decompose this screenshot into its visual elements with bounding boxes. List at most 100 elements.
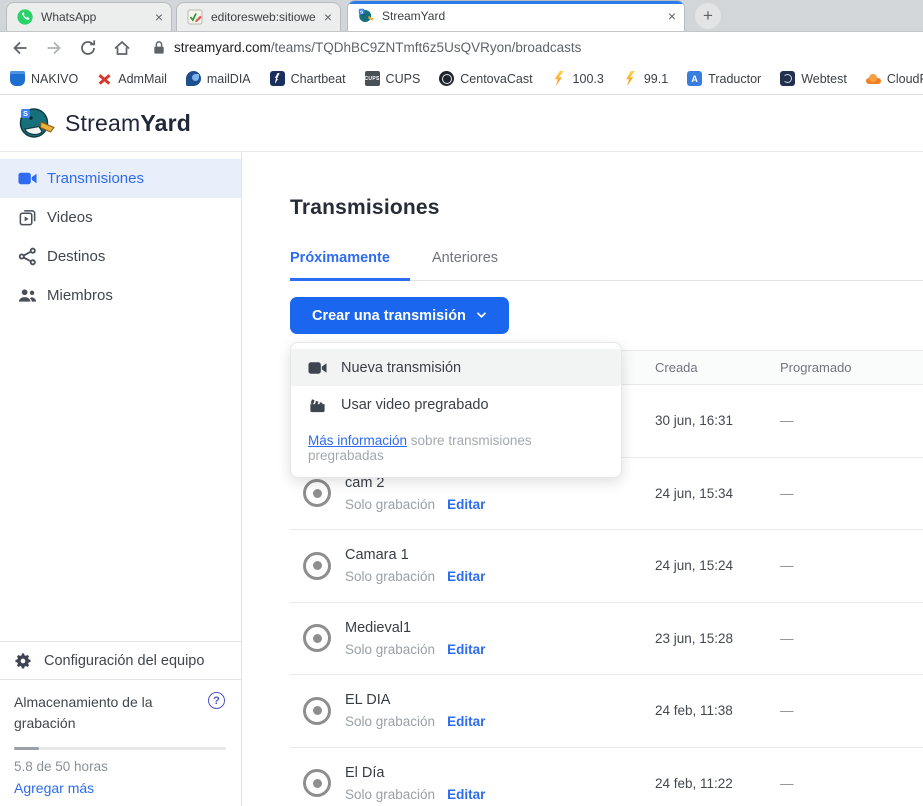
sidebar-item-label: Destinos — [47, 248, 105, 265]
brand-name: StreamYard — [65, 110, 191, 137]
bookmark-webtest[interactable]: Webtest — [780, 71, 847, 86]
bookmarks-bar: NAKIVO AdmMail mailDIA Chartbeat CUPSCUP… — [0, 63, 923, 95]
tab-title: WhatsApp — [41, 10, 147, 24]
edit-page-icon — [187, 9, 203, 25]
storage-usage-text: 5.8 de 50 horas — [14, 759, 225, 774]
tab-title: editoresweb:sitioweb:eldia.co — [211, 10, 316, 24]
team-settings-button[interactable]: Configuración del equipo — [0, 641, 241, 679]
column-created: Creada — [655, 360, 780, 375]
scheduled-cell: — — [780, 558, 923, 573]
sidebar-item-videos[interactable]: Videos — [0, 198, 241, 237]
created-cell: 24 jun, 15:24 — [655, 558, 780, 573]
cloudflare-icon — [866, 71, 881, 86]
created-cell: 24 feb, 11:38 — [655, 703, 780, 718]
menu-item-label: Nueva transmisión — [341, 360, 461, 376]
cups-icon: CUPS — [365, 71, 380, 86]
streamyard-duck-icon: S — [18, 106, 56, 140]
menu-item-label: Usar video pregrabado — [341, 397, 489, 413]
tab-anteriores[interactable]: Anteriores — [432, 250, 518, 281]
storage-progress-fill — [14, 747, 39, 750]
bookmark-traductor[interactable]: ATraductor — [687, 71, 761, 86]
bookmark-cups[interactable]: CUPSCUPS — [365, 71, 421, 86]
reload-icon[interactable] — [78, 38, 98, 58]
clapperboard-icon — [308, 397, 327, 413]
edit-link[interactable]: Editar — [447, 642, 485, 657]
edit-link[interactable]: Editar — [447, 787, 485, 802]
url-path: /teams/TQDhBC9ZNTmft6z5UsQVRyon/broadcas… — [271, 40, 582, 55]
chevron-down-icon — [476, 312, 487, 319]
create-broadcast-label: Crear una transmisión — [312, 308, 466, 324]
create-broadcast-button[interactable]: Crear una transmisión — [290, 297, 509, 334]
sidebar-item-label: Videos — [47, 209, 93, 226]
bookmark-nakivo[interactable]: NAKIVO — [10, 71, 78, 86]
video-camera-icon — [18, 169, 37, 188]
record-icon — [303, 479, 331, 507]
storage-title: Almacenamiento de la grabación — [14, 692, 184, 734]
lock-icon — [152, 40, 166, 55]
close-tab-icon[interactable]: × — [155, 10, 163, 24]
created-cell: 23 jun, 15:28 — [655, 631, 780, 646]
browser-tab-editoresweb[interactable]: editoresweb:sitioweb:eldia.co × — [176, 2, 341, 31]
bookmark-99-1[interactable]: 99.1 — [623, 71, 668, 86]
url-host: streamyard.com — [174, 40, 271, 55]
video-library-icon — [18, 208, 37, 227]
streamyard-logo[interactable]: S StreamYard — [18, 106, 191, 140]
bolt-icon — [623, 71, 638, 86]
bolt-icon — [552, 71, 567, 86]
browser-tab-strip: WhatsApp × editoresweb:sitioweb:eldia.co… — [0, 0, 923, 32]
more-info-link[interactable]: Más información — [308, 433, 407, 448]
scheduled-cell: — — [780, 703, 923, 718]
scheduled-cell: — — [780, 413, 923, 428]
broadcast-row[interactable]: Medieval1 Solo grabaciónEditar 23 jun, 1… — [290, 603, 923, 676]
bookmark-admmail[interactable]: AdmMail — [97, 71, 167, 86]
main-content: Transmisiones Próximamente Anteriores Cr… — [242, 152, 923, 806]
scheduled-cell: — — [780, 486, 923, 501]
sidebar: Transmisiones Videos Destinos Miembros — [0, 152, 242, 806]
tab-title: StreamYard — [382, 9, 660, 23]
bookmark-centovacast[interactable]: CentovaCast — [439, 71, 532, 86]
sidebar-item-label: Miembros — [47, 287, 113, 304]
sidebar-item-miembros[interactable]: Miembros — [0, 276, 241, 315]
bookmark-chartbeat[interactable]: Chartbeat — [270, 71, 346, 86]
share-icon — [18, 247, 37, 266]
record-icon — [303, 624, 331, 652]
record-icon — [303, 697, 331, 725]
broadcast-row[interactable]: Camara 1 Solo grabaciónEditar 24 jun, 15… — [290, 530, 923, 603]
menu-item-nueva-transmision[interactable]: Nueva transmisión — [291, 349, 621, 386]
back-icon[interactable] — [10, 38, 30, 58]
new-tab-button[interactable]: + — [695, 3, 721, 29]
sidebar-item-destinos[interactable]: Destinos — [0, 237, 241, 276]
forward-icon[interactable] — [44, 38, 64, 58]
close-tab-icon[interactable]: × — [324, 10, 332, 24]
team-settings-label: Configuración del equipo — [44, 653, 204, 669]
traductor-icon: A — [687, 71, 702, 86]
webtest-icon — [780, 71, 795, 86]
edit-link[interactable]: Editar — [447, 714, 485, 729]
bookmark-maildia[interactable]: mailDIA — [186, 71, 251, 86]
storage-section: Almacenamiento de la grabación ? 5.8 de … — [0, 679, 241, 806]
centovacast-icon — [439, 71, 454, 86]
bookmark-cloudflare[interactable]: CloudFlare — [866, 71, 923, 86]
edit-link[interactable]: Editar — [447, 569, 485, 584]
add-more-link[interactable]: Agregar más — [14, 780, 225, 796]
tab-proximamente[interactable]: Próximamente — [290, 250, 410, 281]
broadcast-row[interactable]: El Día Solo grabaciónEditar 24 feb, 11:2… — [290, 748, 923, 806]
record-icon — [303, 552, 331, 580]
created-cell: 24 feb, 11:22 — [655, 776, 780, 791]
admmail-icon — [97, 71, 112, 86]
address-bar[interactable]: streamyard.com/teams/TQDhBC9ZNTmft6z5UsQ… — [152, 40, 581, 55]
nakivo-icon — [10, 71, 25, 86]
bookmark-100-3[interactable]: 100.3 — [552, 71, 604, 86]
sidebar-item-transmisiones[interactable]: Transmisiones — [0, 159, 241, 198]
storage-progress-bar — [14, 747, 226, 750]
help-icon[interactable]: ? — [208, 692, 225, 709]
home-icon[interactable] — [112, 38, 132, 58]
browser-tab-whatsapp[interactable]: WhatsApp × — [6, 2, 172, 31]
edit-link[interactable]: Editar — [447, 497, 485, 512]
browser-tab-streamyard[interactable]: S StreamYard × — [347, 0, 685, 31]
svg-text:S: S — [23, 109, 28, 118]
menu-item-usar-video-pregrabado[interactable]: Usar video pregrabado — [291, 386, 621, 423]
maildia-icon — [186, 71, 201, 86]
broadcast-row[interactable]: EL DIA Solo grabaciónEditar 24 feb, 11:3… — [290, 675, 923, 748]
close-tab-icon[interactable]: × — [668, 9, 676, 23]
